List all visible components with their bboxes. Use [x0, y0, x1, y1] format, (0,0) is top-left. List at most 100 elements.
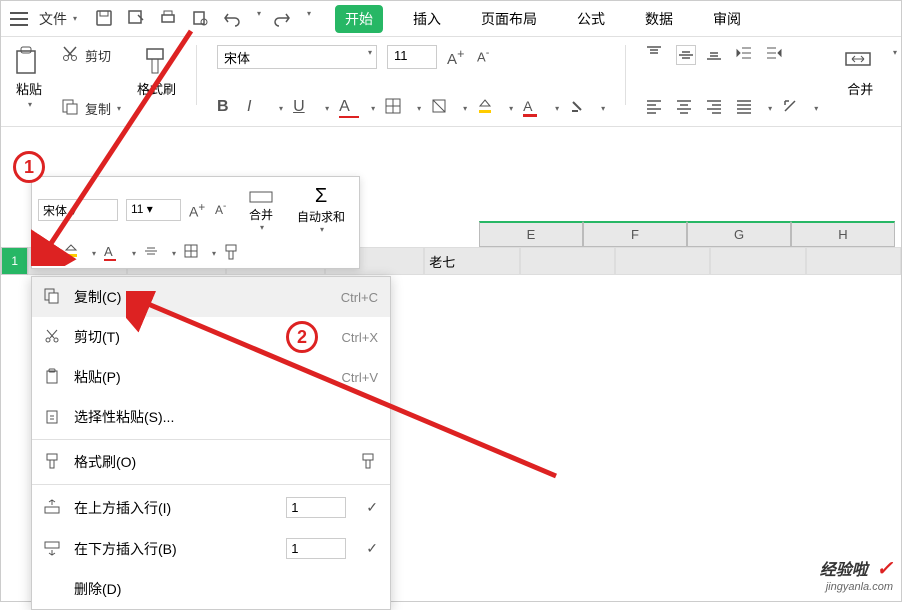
tab-data[interactable]: 数据: [635, 5, 683, 33]
quick-access-toolbar: ▾ ▾: [95, 9, 311, 29]
bold-icon[interactable]: B: [217, 98, 237, 118]
cut-button[interactable]: 剪切: [61, 45, 121, 65]
ctx-paste-special[interactable]: 选择性粘贴(S)...: [32, 397, 390, 437]
redo-icon[interactable]: [273, 9, 293, 29]
merge-button[interactable]: 合并: [844, 45, 876, 118]
align-center-icon[interactable]: [676, 98, 696, 118]
align-top-icon[interactable]: [646, 45, 666, 65]
mini-merge-button[interactable]: 合并▾: [241, 186, 281, 234]
indent-decrease-icon[interactable]: [736, 45, 756, 65]
ctx-cut[interactable]: 剪切(T) Ctrl+X: [32, 317, 390, 357]
cell[interactable]: [710, 247, 805, 275]
watermark: 经验啦 ✓ jingyanla.com: [820, 556, 893, 593]
chevron-down-icon: ▾: [73, 14, 77, 23]
ctx-insert-below-input[interactable]: [286, 538, 346, 559]
ctx-paste-shortcut: Ctrl+V: [342, 370, 378, 385]
hamburger-icon[interactable]: [9, 9, 29, 29]
mini-autosum-button[interactable]: Σ 自动求和▾: [289, 183, 353, 236]
fill-color-icon[interactable]: [477, 98, 497, 118]
paste-label: 粘贴: [16, 79, 42, 98]
mini-align-icon[interactable]: [144, 244, 162, 262]
mini-increase-font-icon[interactable]: A+: [189, 201, 207, 219]
orientation-icon[interactable]: [782, 98, 802, 118]
ribbon: 粘贴▾ 剪切 复制▾ 格式刷 宋体▾ 11▾ A+ A- B I▾ U▾ A▾ …: [1, 37, 901, 127]
mini-font-size[interactable]: 11 ▾: [126, 199, 181, 221]
border-icon[interactable]: [385, 98, 405, 118]
redo-dropdown-icon[interactable]: ▾: [307, 9, 311, 29]
tab-formula[interactable]: 公式: [567, 5, 615, 33]
print-icon[interactable]: [159, 9, 179, 29]
mini-border-icon[interactable]: [184, 244, 202, 262]
ctx-delete[interactable]: 删除(D): [32, 569, 390, 609]
copy-icon: [44, 288, 62, 306]
print-preview-icon[interactable]: [191, 9, 211, 29]
underline-icon[interactable]: U: [293, 98, 313, 118]
context-menu: 复制(C) Ctrl+C 剪切(T) Ctrl+X 粘贴(P) Ctrl+V 选…: [31, 276, 391, 610]
merge-label: 合并: [847, 79, 873, 98]
format-painter-button[interactable]: 格式刷: [137, 45, 176, 118]
col-header-g[interactable]: G: [687, 221, 791, 247]
file-menu[interactable]: 文件 ▾: [33, 7, 83, 31]
cell[interactable]: [615, 247, 710, 275]
tab-start[interactable]: 开始: [335, 5, 383, 33]
mini-toolbar: 宋体 ▾ 11 ▾ A+ A- 合并▾ Σ 自动求和▾ B ▾ A▾ ▾ ▾: [31, 176, 360, 269]
save-as-icon[interactable]: [127, 9, 147, 29]
ribbon-tabs: 开始 插入 页面布局 公式 数据 审阅: [335, 5, 751, 33]
ctx-paste-label: 粘贴(P): [74, 367, 121, 387]
mini-font-name[interactable]: 宋体 ▾: [38, 199, 118, 221]
align-right-icon[interactable]: [706, 98, 726, 118]
align-left-icon[interactable]: [646, 98, 666, 118]
row-number[interactable]: 1: [1, 247, 28, 275]
align-middle-icon[interactable]: [676, 45, 696, 65]
tab-insert[interactable]: 插入: [403, 5, 451, 33]
ctx-copy[interactable]: 复制(C) Ctrl+C: [32, 277, 390, 317]
top-menu-bar: 文件 ▾ ▾ ▾ 开始 插入 页面布局 公式 数据 审阅: [1, 1, 901, 37]
cell[interactable]: [806, 247, 901, 275]
mini-fill-icon[interactable]: [64, 244, 82, 262]
font-name-select[interactable]: 宋体▾: [217, 45, 377, 69]
check-icon: ✓: [876, 558, 893, 580]
mini-bold-icon[interactable]: B: [38, 244, 56, 262]
col-header-e[interactable]: E: [479, 221, 583, 247]
mini-font-color-icon[interactable]: A: [104, 244, 122, 262]
highlight-icon[interactable]: [569, 98, 589, 118]
ctx-delete-label: 删除(D): [74, 579, 121, 599]
paste-button[interactable]: 粘贴▾: [13, 45, 45, 118]
save-icon[interactable]: [95, 9, 115, 29]
decrease-font-icon[interactable]: A-: [477, 47, 497, 67]
tab-page-layout[interactable]: 页面布局: [471, 5, 547, 33]
merge-icon: [844, 45, 876, 77]
mini-decrease-font-icon[interactable]: A-: [215, 201, 233, 219]
col-header-h[interactable]: H: [791, 221, 895, 247]
paste-icon: [44, 368, 62, 386]
increase-font-icon[interactable]: A+: [447, 47, 467, 67]
fill-gradient-icon[interactable]: [431, 98, 451, 118]
mini-format-painter-icon[interactable]: [224, 244, 242, 262]
italic-icon[interactable]: I: [247, 98, 267, 118]
ctx-insert-below[interactable]: 在下方插入行(B) ✓: [32, 528, 390, 569]
clipboard-group: 剪切 复制▾: [61, 45, 121, 118]
ctx-insert-above-input[interactable]: [286, 497, 346, 518]
font-style-a-icon[interactable]: A: [339, 98, 359, 118]
cell[interactable]: [520, 247, 615, 275]
copy-button[interactable]: 复制▾: [61, 98, 121, 118]
undo-dropdown-icon[interactable]: ▾: [257, 9, 261, 29]
ctx-insert-above[interactable]: 在上方插入行(I) ✓: [32, 487, 390, 528]
indent-increase-icon[interactable]: [766, 45, 786, 65]
check-icon[interactable]: ✓: [366, 499, 378, 516]
tab-review[interactable]: 审阅: [703, 5, 751, 33]
cut-label: 剪切: [85, 46, 111, 65]
justify-icon[interactable]: [736, 98, 756, 118]
scissors-icon: [61, 45, 81, 65]
ctx-paste[interactable]: 粘贴(P) Ctrl+V: [32, 357, 390, 397]
align-bottom-icon[interactable]: [706, 45, 726, 65]
format-painter-label: 格式刷: [137, 79, 176, 98]
cell[interactable]: 老七: [424, 247, 519, 275]
font-color-icon[interactable]: A: [523, 98, 543, 118]
col-header-f[interactable]: F: [583, 221, 687, 247]
font-size-select[interactable]: 11▾: [387, 45, 437, 69]
scissors-icon: [44, 328, 62, 346]
check-icon[interactable]: ✓: [366, 540, 378, 557]
undo-icon[interactable]: [223, 9, 243, 29]
ctx-format-painter[interactable]: 格式刷(O): [32, 442, 390, 482]
